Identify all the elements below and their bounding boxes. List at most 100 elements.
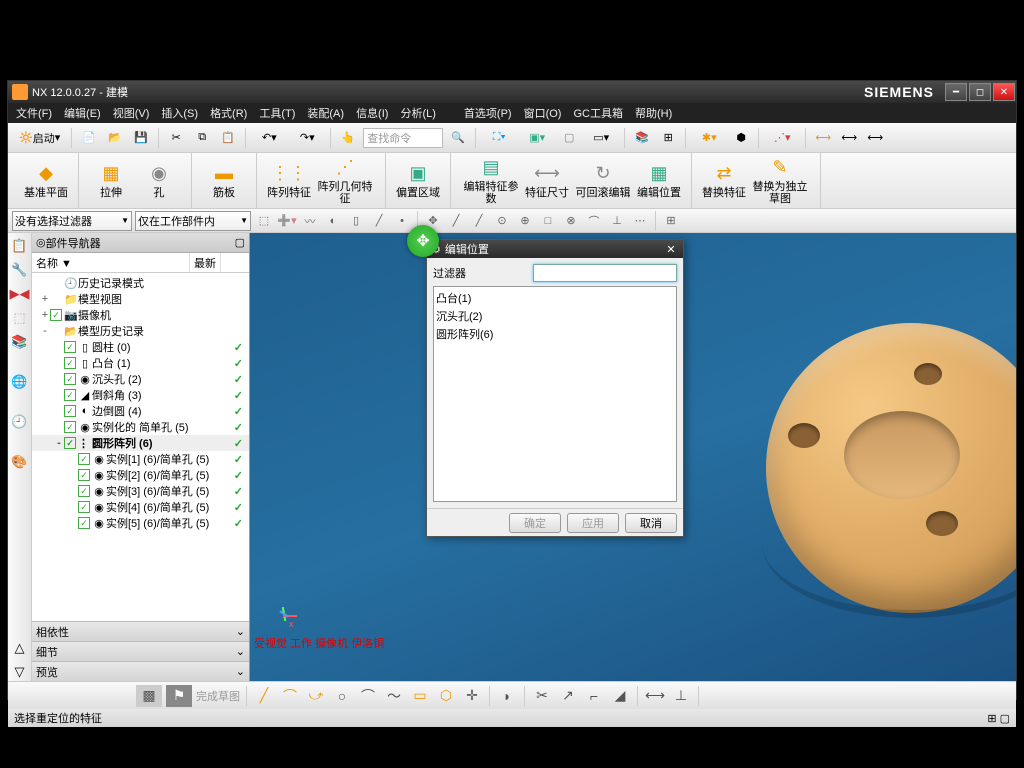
sel-body-icon[interactable]: ▯: [346, 211, 366, 231]
redo-icon[interactable]: ↷▾: [290, 127, 324, 149]
grid-icon[interactable]: ⊞: [661, 211, 681, 231]
ribbon-拉伸[interactable]: ▦拉伸: [87, 156, 135, 206]
apply-button[interactable]: 应用: [567, 513, 619, 533]
gutter-down-icon[interactable]: ▽: [11, 663, 29, 681]
sk-arc-icon[interactable]: ⌒: [279, 685, 301, 707]
undo-icon[interactable]: ↶▾: [252, 127, 286, 149]
sk-chamfer-icon[interactable]: ◢: [609, 685, 631, 707]
tree-row[interactable]: ✓◉实例[3] (6)/简单孔 (5)✓: [32, 483, 249, 499]
maximize-button[interactable]: ◻: [969, 83, 991, 101]
cancel-button[interactable]: 取消: [625, 513, 677, 533]
dialog-close-icon[interactable]: ✕: [663, 243, 679, 256]
ribbon-编辑位置[interactable]: ▦编辑位置: [635, 156, 683, 206]
selection-filter-dropdown[interactable]: 没有选择过滤器▼: [12, 211, 132, 231]
sk-con-icon[interactable]: ⊥: [670, 685, 692, 707]
col-newest[interactable]: 最新: [190, 253, 221, 272]
snap-perp-icon[interactable]: ⊥: [607, 211, 627, 231]
col-name[interactable]: 名称 ▼: [32, 253, 190, 272]
snap-tan-icon[interactable]: ⌒: [584, 211, 604, 231]
tree-row[interactable]: ✓◉沉头孔 (2)✓: [32, 371, 249, 387]
gutter-constraint-icon[interactable]: ▶◀: [11, 285, 29, 303]
layer-icon[interactable]: 📚: [631, 127, 653, 149]
list-item[interactable]: 沉头孔(2): [436, 307, 674, 325]
ribbon-基准平面[interactable]: ◆基准平面: [22, 156, 70, 206]
gutter-reuse-icon[interactable]: ⬚: [11, 309, 29, 327]
tree-row[interactable]: ✓◢倒斜角 (3)✓: [32, 387, 249, 403]
menu-format[interactable]: 格式(R): [206, 105, 251, 121]
sel-face-icon[interactable]: ◐: [323, 211, 343, 231]
cut-icon[interactable]: ✂: [165, 127, 187, 149]
sk-line-icon[interactable]: ╱: [253, 685, 275, 707]
shade-icon[interactable]: ▣▾: [520, 127, 554, 149]
wireframe-icon[interactable]: ▢: [558, 127, 580, 149]
tree-row[interactable]: -✓⋮⋮圆形阵列 (6)✓: [32, 435, 249, 451]
filter-input[interactable]: [533, 264, 677, 282]
sel-plus-icon[interactable]: ➕▾: [277, 211, 297, 231]
new-icon[interactable]: 📄: [78, 127, 100, 149]
ribbon-孔[interactable]: ◉孔: [135, 156, 183, 206]
search-icon[interactable]: 🔍: [447, 127, 469, 149]
triad-icon[interactable]: x: [275, 599, 305, 629]
sel-pick-icon[interactable]: ⬚: [254, 211, 274, 231]
menu-insert[interactable]: 插入(S): [157, 105, 202, 121]
sk-dim-icon[interactable]: ⟷: [644, 685, 666, 707]
model-flange[interactable]: [766, 323, 1016, 613]
scope-dropdown[interactable]: 仅在工作部件内▼: [135, 211, 251, 231]
gutter-history-icon[interactable]: 🕘: [11, 413, 29, 431]
menu-gctoolbox[interactable]: GC工具箱: [569, 105, 627, 121]
menu-view[interactable]: 视图(V): [109, 105, 154, 121]
gutter-asm-icon[interactable]: 🔧: [11, 261, 29, 279]
menu-assembly[interactable]: 装配(A): [303, 105, 348, 121]
snap-near-icon[interactable]: ⋯: [630, 211, 650, 231]
feature-tree[interactable]: 🕘历史记录模式+📁模型视图+✓📷摄像机-📂模型历史记录✓▯圆柱 (0)✓✓▯凸台…: [32, 273, 249, 621]
sel-vertex-icon[interactable]: •: [392, 211, 412, 231]
menu-analyze[interactable]: 分析(L): [396, 105, 439, 121]
fit-icon[interactable]: ⛶▾: [482, 127, 516, 149]
dim2-icon[interactable]: ⟷: [838, 127, 860, 149]
expression-icon[interactable]: ✱▾: [692, 127, 726, 149]
sk-extend-icon[interactable]: ↗: [557, 685, 579, 707]
menu-info[interactable]: 信息(I): [352, 105, 392, 121]
feature-list[interactable]: 凸台(1) 沉头孔(2) 圆形阵列(6): [433, 286, 677, 502]
gutter-nav-icon[interactable]: 📋: [11, 237, 29, 255]
sel-curve-icon[interactable]: 〰: [300, 211, 320, 231]
minimize-button[interactable]: ━: [945, 83, 967, 101]
fn-icon[interactable]: ⬢: [730, 127, 752, 149]
paste-icon[interactable]: 📋: [217, 127, 239, 149]
acc-details[interactable]: 细节⌄: [32, 641, 249, 661]
wcs-icon[interactable]: ⊞: [657, 127, 679, 149]
gutter-up-icon[interactable]: △: [11, 639, 29, 657]
ribbon-阵列特征[interactable]: ⋮⋮阵列特征: [265, 156, 313, 206]
dialog-titlebar[interactable]: ⚙ 编辑位置 ✕: [427, 240, 683, 258]
sketch-flag-icon[interactable]: ⚑: [166, 685, 192, 707]
list-item[interactable]: 圆形阵列(6): [436, 325, 674, 343]
sk-arc3-icon[interactable]: ⌒: [357, 685, 379, 707]
sk-poly-icon[interactable]: ⬡: [435, 685, 457, 707]
ribbon-筋板[interactable]: ▬筋板: [200, 156, 248, 206]
snap-end-icon[interactable]: ╱: [446, 211, 466, 231]
ribbon-阵列几何特征[interactable]: ⋰阵列几何特征: [313, 156, 377, 206]
ribbon-特征尺寸[interactable]: ⟷特征尺寸: [523, 156, 571, 206]
ribbon-可回滚编辑[interactable]: ↻可回滚编辑: [571, 156, 635, 206]
copy-icon[interactable]: ⧉: [191, 127, 213, 149]
ribbon-替换为独立草图[interactable]: ✎替换为独立草图: [748, 156, 812, 206]
dim3-icon[interactable]: ⟷: [864, 127, 886, 149]
dim1-icon[interactable]: ⟷: [812, 127, 834, 149]
sk-rect-icon[interactable]: ▭: [409, 685, 431, 707]
tree-row[interactable]: 🕘历史记录模式: [32, 275, 249, 291]
sk-spline-icon[interactable]: 〜: [383, 685, 405, 707]
ribbon-偏置区域[interactable]: ▣偏置区域: [394, 156, 442, 206]
acc-dependency[interactable]: 相依性⌄: [32, 621, 249, 641]
sk-arc2-icon[interactable]: ⤻: [305, 685, 327, 707]
menu-preferences[interactable]: 首选项(P): [460, 105, 516, 121]
sk-circle-icon[interactable]: ○: [331, 685, 353, 707]
menu-edit[interactable]: 编辑(E): [60, 105, 105, 121]
tree-row[interactable]: -📂模型历史记录: [32, 323, 249, 339]
tree-row[interactable]: ✓◉实例[2] (6)/简单孔 (5)✓: [32, 467, 249, 483]
menu-tools[interactable]: 工具(T): [255, 105, 299, 121]
close-button[interactable]: ✕: [993, 83, 1015, 101]
touch-icon[interactable]: 👆: [337, 127, 359, 149]
acc-preview[interactable]: 预览⌄: [32, 661, 249, 681]
ok-button[interactable]: 确定: [509, 513, 561, 533]
tree-row[interactable]: +✓📷摄像机: [32, 307, 249, 323]
